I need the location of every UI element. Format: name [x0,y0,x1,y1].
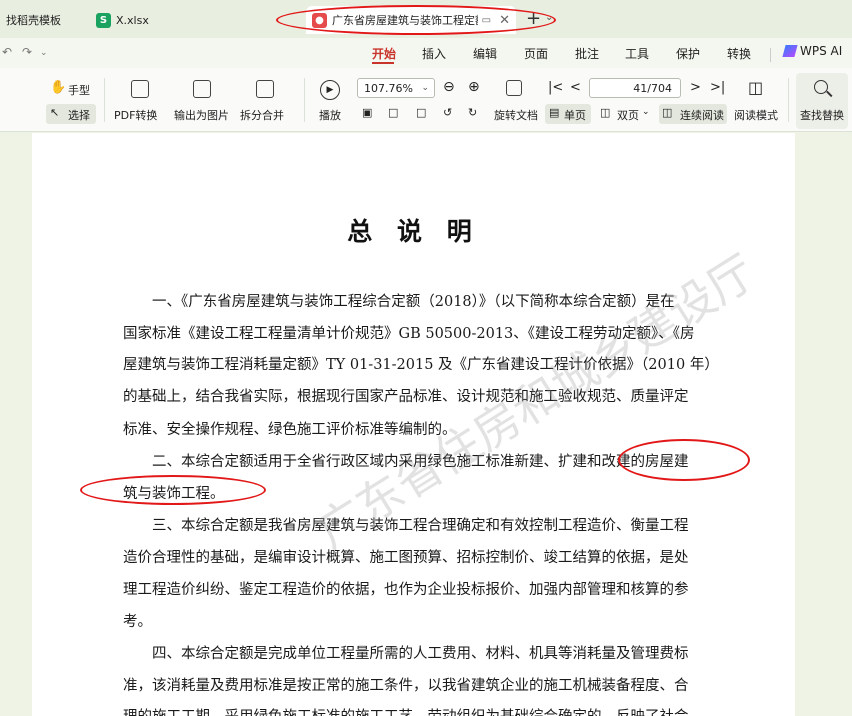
pdf-convert-icon [131,80,149,98]
actual-size-icon[interactable]: ▣ [362,106,372,119]
image-icon [193,80,211,98]
tab-xlsx[interactable]: S X.xlsx [90,6,260,34]
page-title: 总 说 明 [347,217,480,246]
tab-template[interactable]: 找稻壳模板 [0,6,84,34]
text-line: 理的施工工期、采用绿色施工标准的施工工艺、劳动组织为基础综合确定的，反映了社会 [123,705,689,716]
wps-ai-icon [782,45,798,57]
play-icon[interactable]: ▶ [320,80,340,100]
next-page-icon[interactable]: > [690,80,701,95]
export-image-button[interactable]: 输出为图片 [174,107,229,123]
page-number-input[interactable]: 41/704 [589,78,681,98]
double-page-icon: ◫ [600,106,611,119]
chevron-down-icon: ⌄ [421,83,429,93]
text-line: 三、本综合定额是我省房屋建筑与装饰工程合理确定和有效控制工程造价、衡量工程 [152,518,689,534]
divider [788,78,789,122]
hand-tool-label[interactable]: 手型 [68,82,90,98]
page-number: 41/704 [633,81,672,95]
menu-convert[interactable]: 转换 [727,45,751,62]
last-page-icon[interactable]: >| [710,80,725,95]
play-button[interactable]: 播放 [319,107,341,123]
book-icon: ◫ [748,78,764,97]
cursor-icon: ↖ [50,106,60,119]
text-line: 造价合理性的基础，是编审设计概算、施工图预算、招标控制价、竣工结算的依据，是处 [123,550,689,566]
menu-home[interactable]: 开始 [372,45,396,62]
spreadsheet-icon: S [96,12,111,28]
split-merge-icon [256,80,274,98]
first-page-icon[interactable]: |< [548,80,563,95]
fit-page-icon[interactable]: □ [388,106,398,119]
text-line: 准，该消耗量及费用标准是按正常的施工条件，以我省建筑企业的施工机械装备程度、合 [123,678,689,694]
tab-label: 找稻壳模板 [6,14,61,27]
divider [770,48,771,62]
text-line: 理工程造价纠纷、鉴定工程造价的依据，也作为企业投标报价、加强内部管理和核算的参 [123,582,689,598]
text-line: 四、本综合定额是完成单位工程量所需的人工费用、材料、机具等消耗量及管理费标 [152,646,689,662]
zoom-select[interactable]: 107.76% ⌄ [357,78,435,98]
text-line: 一、《广东省房屋建筑与装饰工程综合定额（2018）》（以下简称本综合定额）是在 [152,294,675,310]
text-line: 考。 [123,614,152,630]
fit-width-icon[interactable]: □ [416,106,426,119]
continuous-icon: ◫ [662,106,673,119]
reading-mode-button[interactable]: 阅读模式 [734,107,778,123]
menu-annotate[interactable]: 批注 [575,45,599,62]
undo-icon[interactable]: ↶ [2,45,12,59]
active-tab-indicator [372,62,394,64]
menu-tools[interactable]: 工具 [625,45,649,62]
menu-protect[interactable]: 保护 [676,45,700,62]
annotation-oval [618,439,750,481]
zoom-in-icon[interactable]: ⊕ [468,79,480,95]
divider [104,78,105,122]
zoom-out-icon[interactable]: ⊖ [443,79,455,95]
rotate-right-icon[interactable]: ↻ [468,106,477,119]
prev-page-icon[interactable]: < [570,80,581,95]
zoom-value: 107.76% [364,81,413,95]
rotate-left-icon[interactable]: ↺ [443,106,452,119]
menu-bar: ↶ ↷ ⌄ 开始 插入 编辑 页面 批注 工具 保护 转换 WPS AI [0,38,852,68]
select-tool-label[interactable]: 选择 [68,107,90,123]
rotate-document-button[interactable]: 旋转文档 [494,107,538,123]
annotation-oval-tab [276,5,556,35]
find-replace-button[interactable]: 查找替换 [800,107,844,123]
divider [304,78,305,122]
split-merge-button[interactable]: 拆分合并 [240,107,284,123]
menu-edit[interactable]: 编辑 [473,45,497,62]
menu-page[interactable]: 页面 [524,45,548,62]
redo-icon[interactable]: ↷ [22,45,32,59]
hand-icon: ✋ [50,80,67,95]
annotation-oval [80,475,266,505]
single-page-button[interactable]: 单页 [564,107,586,123]
chevron-down-icon[interactable]: ⌄ [642,107,650,117]
wps-ai-button[interactable]: WPS AI [782,44,843,58]
rotate-icon [506,80,522,96]
chevron-down-icon[interactable]: ⌄ [40,48,48,58]
tab-label: X.xlsx [116,13,149,27]
text-line: 标准、安全操作规程、绿色施工评价标准等编制的。 [123,422,457,438]
single-page-icon: ▤ [549,106,560,119]
continuous-reading-button[interactable]: 连续阅读 [680,107,724,123]
menu-insert[interactable]: 插入 [422,45,446,62]
wps-ai-label: WPS AI [800,44,843,58]
pdf-convert-button[interactable]: PDF转换 [114,107,157,123]
double-page-button[interactable]: 双页 [617,107,639,123]
